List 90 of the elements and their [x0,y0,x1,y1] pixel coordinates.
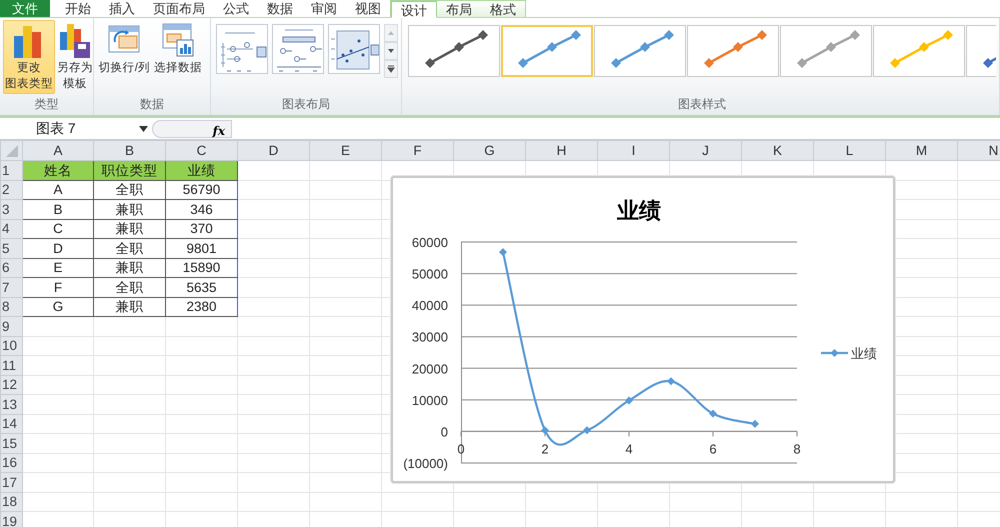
column-header[interactable]: J [670,140,742,160]
table-cell: D [22,238,94,258]
name-box[interactable]: 图表 7 [36,118,76,139]
table-cell: G [22,297,94,316]
ribbon-tab[interactable]: 公式 [214,0,258,17]
table-cell: 5635 [166,278,238,297]
row-header[interactable]: 11 [0,356,22,375]
row-header[interactable]: 4 [0,219,22,238]
group-label: 类型 [33,96,60,113]
ribbon-tab[interactable]: 视图 [346,0,390,17]
axis-label: 2 [541,441,549,456]
insert-function-button[interactable]: fx [152,120,232,138]
table-cell: B [22,200,94,219]
chart-title: 业绩 [617,198,661,223]
ribbon-button[interactable]: 更改 图表类型 [3,20,55,94]
legend-label: 业绩 [851,346,877,361]
row-header[interactable]: 16 [0,453,22,472]
ribbon-button[interactable]: 切换行/列 [96,20,152,78]
table-cell: 兼职 [94,200,166,219]
axis-label: 8 [793,441,801,456]
table-cell: 全职 [94,238,166,258]
axis-label: (10000) [403,456,448,471]
column-header[interactable]: K [742,140,814,160]
column-header[interactable]: B [94,140,166,160]
row-header[interactable]: 18 [0,492,22,512]
table-cell: F [22,278,94,297]
column-header[interactable]: G [454,140,526,160]
axis-label: 60000 [412,235,448,250]
group-label: 图表布局 [281,96,332,113]
axis-label: 40000 [412,298,448,314]
table-cell: 15890 [166,258,238,278]
table-cell: 9801 [166,238,238,258]
table-cell: C [22,219,94,238]
row-header[interactable]: 1 [0,160,22,180]
group-label: 图表样式 [676,96,727,113]
ribbon-tab[interactable]: 数据 [258,0,302,17]
row-header[interactable]: 15 [0,434,22,453]
row-header[interactable]: 17 [0,472,22,492]
row-header[interactable]: 3 [0,200,22,219]
table-cell: 职位类型 [94,160,166,180]
axis-label: 0 [440,424,448,440]
row-header[interactable]: 2 [0,180,22,200]
row-header[interactable]: 8 [0,297,22,316]
table-cell: A [22,180,94,200]
table-cell: E [22,258,94,278]
column-header[interactable]: L [814,140,886,160]
ribbon-tab[interactable]: 设计 [391,1,437,18]
axis-label: 50000 [412,266,448,282]
table-cell: 370 [166,219,238,238]
column-header[interactable]: I [598,140,670,160]
table-cell: 业绩 [166,160,238,180]
column-header[interactable]: C [166,140,238,160]
table-cell: 全职 [94,278,166,297]
ribbon-button[interactable]: 另存为 模板 [55,20,93,94]
table-cell: 兼职 [94,219,166,238]
ribbon-tab[interactable]: 审阅 [302,0,346,17]
axis-label: 20000 [412,361,448,376]
ribbon-tab[interactable]: 开始 [56,0,100,17]
ribbon-button[interactable]: 选择数据 [152,20,204,78]
row-header[interactable]: 10 [0,336,22,356]
axis-label: 6 [709,441,717,456]
group-label: 数据 [139,96,166,113]
ribbon-tab[interactable]: 页面布局 [144,0,214,17]
ribbon-tab[interactable]: 插入 [100,0,144,17]
ribbon-tab[interactable]: 文件 [0,0,50,17]
column-header[interactable]: D [238,140,310,160]
axis-label: 30000 [412,330,448,345]
row-header[interactable]: 19 [0,512,22,527]
row-header[interactable]: 6 [0,258,22,278]
row-header[interactable]: 12 [0,375,22,394]
column-header[interactable]: N [958,140,1000,160]
row-header[interactable]: 9 [0,316,22,336]
axis-label: 4 [625,441,633,456]
column-header[interactable]: H [526,140,598,160]
column-header[interactable]: F [382,140,454,160]
column-header[interactable]: M [886,140,958,160]
row-header[interactable]: 14 [0,414,22,434]
column-header[interactable]: E [310,140,382,160]
table-cell: 兼职 [94,297,166,316]
row-header[interactable]: 5 [0,238,22,258]
table-cell: 兼职 [94,258,166,278]
row-header[interactable]: 7 [0,278,22,297]
column-header[interactable]: A [22,140,94,160]
table-cell: 姓名 [22,160,94,180]
table-cell: 56790 [166,180,238,200]
row-header[interactable]: 13 [0,394,22,414]
table-cell: 全职 [94,180,166,200]
table-cell: 346 [166,200,238,219]
axis-label: 10000 [412,392,448,408]
table-cell: 2380 [166,297,238,316]
